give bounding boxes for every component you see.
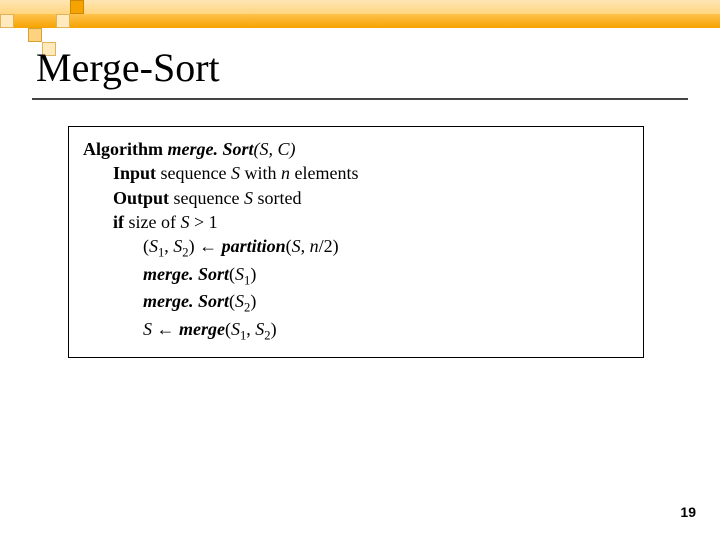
var-S2: S — [255, 319, 264, 339]
fn-merge: merge — [179, 319, 225, 339]
algo-line-4: if size of S > 1 — [113, 210, 629, 234]
var-S: S — [292, 236, 301, 256]
args: /2) — [319, 236, 339, 256]
fn-partition: partition — [217, 236, 286, 256]
accent-square-icon — [70, 0, 84, 14]
algo-line-5: (S1, S2) ← partition(S, n/2) — [143, 234, 629, 262]
accent-square-icon — [0, 14, 14, 28]
arrow-icon: ← — [152, 319, 179, 339]
kw-algorithm: Algorithm — [83, 139, 163, 159]
comma: , — [164, 236, 173, 256]
accent-bar-light — [0, 0, 720, 14]
args: , — [301, 236, 310, 256]
fn-mergesort: merge. Sort — [168, 139, 254, 159]
var-S: S — [244, 188, 253, 208]
args: (S, C) — [254, 139, 296, 159]
text: sorted — [253, 188, 302, 208]
var-S: S — [231, 163, 240, 183]
kw-if: if — [113, 212, 124, 232]
rp: ) — [271, 319, 277, 339]
slide: Merge-Sort Algorithm merge. Sort(S, C) I… — [0, 0, 720, 540]
rp: ) — [250, 264, 256, 284]
text: sequence — [156, 163, 231, 183]
page-title: Merge-Sort — [36, 44, 220, 91]
comma: , — [246, 319, 255, 339]
var-n: n — [310, 236, 319, 256]
algo-line-6: merge. Sort(S1) — [143, 262, 629, 290]
top-accent — [0, 0, 720, 28]
title-underline — [32, 98, 688, 100]
algo-line-2: Input sequence S with n elements — [113, 161, 629, 185]
var-S: S — [235, 291, 244, 311]
algorithm-box: Algorithm merge. Sort(S, C) Input sequen… — [68, 126, 644, 358]
var-S: S — [235, 264, 244, 284]
rp: ) — [189, 236, 200, 256]
accent-square-icon — [28, 28, 42, 42]
var-S1: S — [149, 236, 158, 256]
text: size of — [124, 212, 180, 232]
var-S: S — [143, 319, 152, 339]
fn-mergesort: merge. Sort — [143, 291, 229, 311]
arrow-icon: ← — [199, 236, 217, 256]
var-n: n — [281, 163, 290, 183]
algo-line-1: Algorithm merge. Sort(S, C) — [83, 137, 629, 161]
var-S2: S — [173, 236, 182, 256]
var-S1: S — [231, 319, 240, 339]
rp: ) — [250, 291, 256, 311]
fn-mergesort: merge. Sort — [143, 264, 229, 284]
accent-bar-dark — [0, 14, 720, 28]
accent-square-icon — [56, 14, 70, 28]
text: > 1 — [189, 212, 217, 232]
kw-input: Input — [113, 163, 156, 183]
kw-output: Output — [113, 188, 169, 208]
algo-line-8: S ← merge(S1, S2) — [143, 317, 629, 345]
text: sequence — [169, 188, 244, 208]
algo-line-7: merge. Sort(S2) — [143, 289, 629, 317]
page-number: 19 — [680, 504, 696, 520]
algo-line-3: Output sequence S sorted — [113, 186, 629, 210]
text: with — [240, 163, 281, 183]
text: elements — [290, 163, 358, 183]
